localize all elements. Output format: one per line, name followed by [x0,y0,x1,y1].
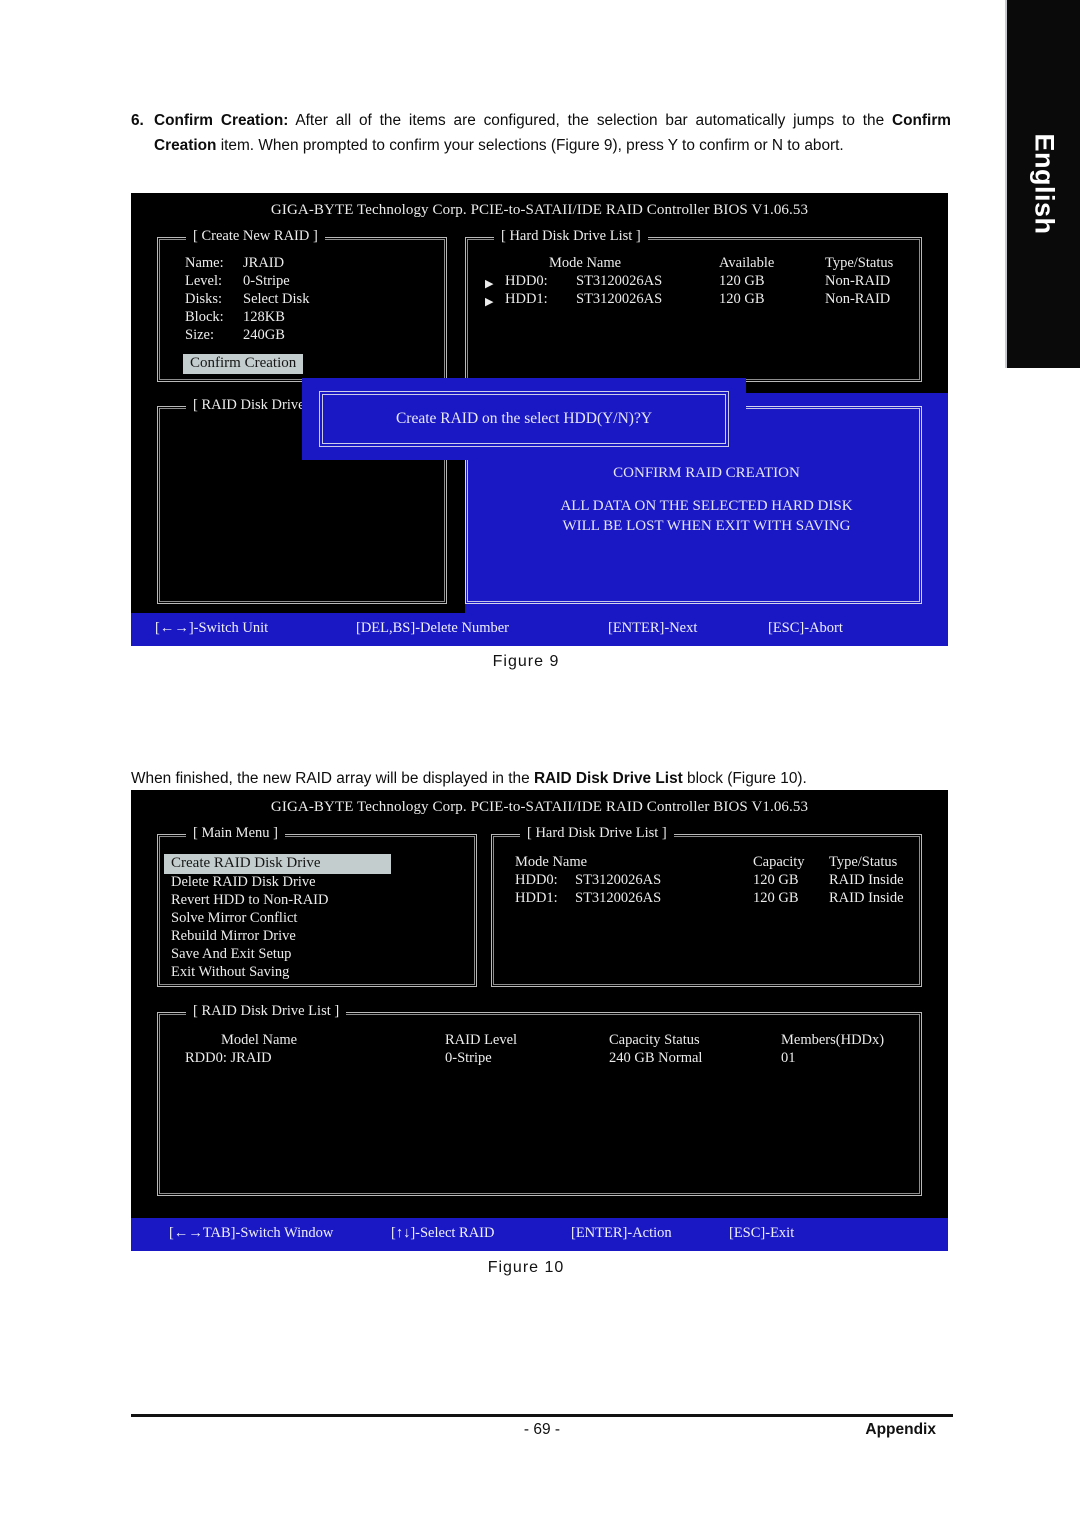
status-select-raid[interactable]: [↑↓]-Select RAID [391,1225,494,1242]
step-number: 6. [131,112,144,129]
menu-item-solve-mirror-conflict[interactable]: Solve Mirror Conflict [171,910,297,927]
create-raid-confirm-dialog[interactable]: Create RAID on the select HDD(Y/N)?Y [302,378,746,460]
status-switch-unit[interactable]: [←→]-Switch Unit [155,620,268,637]
field-disks: Disks: Select Disk [185,291,309,308]
field-name: Name: JRAID [185,255,284,272]
hdd-row-1-model-fig9: ST3120026AS [576,291,663,307]
bios-title-figure-10: GIGA-BYTE Technology Corp. PCIE-to-SATAI… [270,799,809,815]
field-name-key: Name: [185,255,224,271]
hdd-row-0-capacity-fig10: 120 GB [753,872,799,888]
hdd-row-0-status-fig10: RAID Inside [829,872,904,888]
hdd-row-0-available-fig9: 120 GB [719,273,765,289]
hdd-row-1-available-fig9: 120 GB [719,291,765,307]
finished-text-1: When finished, the new RAID array will b… [131,770,534,787]
status-abort[interactable]: [ESC]-Abort [768,620,843,637]
raid-col-raid-level: RAID Level [445,1032,518,1048]
language-tab-label: English [1029,133,1059,235]
status-bar-fig9: [←→]-Switch Unit [DEL,BS]-Delete Number … [131,613,948,646]
finished-text-2: block (Figure 10). [682,770,807,787]
menu-item-save-and-exit-setup[interactable]: Save And Exit Setup [171,946,291,963]
raid-disk-drive-list-panel-title-fig10: [ RAID Disk Drive List ] [186,1003,347,1020]
hdd-col-available-fig9: Available [719,255,775,271]
footer-divider [131,1414,953,1417]
create-raid-confirm-dialog-inner: Create RAID on the select HDD(Y/N)?Y [319,391,729,447]
confirm-creation-menu-item[interactable]: Confirm Creation [183,354,304,374]
confirm-warning-line-1: ALL DATA ON THE SELECTED HARD DISK [560,498,853,514]
field-block: Block: 128KB [185,309,285,326]
raid-col-model-name: Model Name [221,1032,298,1048]
figure-10-bios-screen: GIGA-BYTE Technology Corp. PCIE-to-SATAI… [131,790,948,1251]
create-raid-confirm-dialog-prompt: Create RAID on the select HDD(Y/N)?Y [395,410,653,427]
figure-10-caption: Figure 10 [487,1259,565,1276]
figure-9-caption: Figure 9 [492,653,560,670]
status-next[interactable]: [ENTER]-Next [608,620,697,637]
hdd-row-0-model-fig9: ST3120026AS [576,273,663,289]
hard-disk-drive-list-panel-title-fig10: [ Hard Disk Drive List ] [520,825,674,842]
hdd-row-0-id-fig10: HDD0: [515,872,558,888]
field-size-value: 240GB [243,327,285,343]
field-level-key: Level: [185,273,223,289]
page-content: 6. Confirm Creation: After all of the it… [0,0,1005,1529]
hdd-row-1-id-fig9: HDD1: [505,291,548,307]
hdd-row-0-status-fig9: Non-RAID [825,273,891,289]
bios-title-figure-9: GIGA-BYTE Technology Corp. PCIE-to-SATAI… [270,202,809,218]
status-action[interactable]: [ENTER]-Action [571,1225,672,1242]
confirm-warning-line-2: WILL BE LOST WHEN EXIT WITH SAVING [562,518,851,534]
hdd-row-0-id-fig9: HDD0: [505,273,548,289]
field-disks-key: Disks: [185,291,223,307]
field-size-key: Size: [185,327,214,343]
footer-section-label: Appendix [865,1421,936,1438]
hdd-col-type-status-fig9: Type/Status [825,255,894,271]
hard-disk-drive-list-panel-title-fig9: [ Hard Disk Drive List ] [494,228,648,245]
step-6-paragraph: 6. Confirm Creation: After all of the it… [131,108,951,158]
figure-9-bios-screen: GIGA-BYTE Technology Corp. PCIE-to-SATAI… [131,193,948,646]
step-6-lead: Confirm Creation: [154,112,289,129]
menu-item-rebuild-mirror-drive[interactable]: Rebuild Mirror Drive [171,928,296,945]
language-tab: English [1005,0,1080,368]
hdd-col-type-status-fig10: Type/Status [829,854,898,870]
hdd-row-1-status-fig10: RAID Inside [829,890,904,906]
main-menu-panel-title: [ Main Menu ] [186,825,285,842]
menu-item-exit-without-saving[interactable]: Exit Without Saving [171,964,289,981]
field-size: Size: 240GB [185,327,285,344]
menu-item-delete-raid-disk-drive[interactable]: Delete RAID Disk Drive [171,874,316,891]
step-6-rest-1: After all of the items are configured, t… [288,112,892,129]
step-6-text: Confirm Creation: After all of the items… [154,108,951,158]
menu-item-revert-hdd-to-non-raid[interactable]: Revert HDD to Non-RAID [171,892,328,909]
finished-paragraph: When finished, the new RAID array will b… [131,766,953,791]
hdd-row-1-capacity-fig10: 120 GB [753,890,799,906]
raid-col-capacity-status: Capacity Status [609,1032,700,1048]
hdd-row-0-model-fig10: ST3120026AS [575,872,662,888]
status-switch-window[interactable]: [←→TAB]-Switch Window [169,1225,333,1242]
raid-row-0-level: 0-Stripe [445,1050,492,1066]
status-bar-fig10: [←→TAB]-Switch Window [↑↓]-Select RAID [… [131,1218,948,1251]
raid-col-members: Members(HDDx) [781,1032,885,1048]
create-new-raid-panel-title: [ Create New RAID ] [186,228,325,245]
hdd-col-mode-name-fig9: Mode Name [549,255,622,271]
raid-row-0-capacity-status: 240 GB Normal [609,1050,703,1066]
hdd-row-1-status-fig9: Non-RAID [825,291,891,307]
hdd-col-mode-name-fig10: Mode Name [515,854,588,870]
status-delete-number[interactable]: [DEL,BS]-Delete Number [356,620,509,637]
hdd-row-0-marker-icon-fig9: ▶ [485,278,494,290]
finished-bold: RAID Disk Drive List [533,770,683,787]
hdd-row-1-model-fig10: ST3120026AS [575,890,662,906]
confirm-heading: CONFIRM RAID CREATION [613,465,800,481]
footer-page-number: - 69 - [523,1421,561,1438]
field-name-value: JRAID [243,255,285,271]
field-level-value: 0-Stripe [243,273,290,289]
field-level: Level: 0-Stripe [185,273,290,290]
hdd-col-capacity-fig10: Capacity [753,854,805,870]
field-block-value: 128KB [243,309,285,325]
field-block-key: Block: [185,309,224,325]
field-disks-value: Select Disk [243,291,310,307]
status-exit[interactable]: [ESC]-Exit [729,1225,794,1242]
raid-row-0-model: RDD0: JRAID [185,1050,272,1066]
hdd-row-1-id-fig10: HDD1: [515,890,558,906]
step-6-rest-2: item. When prompted to confirm your sele… [216,137,844,154]
hdd-row-1-marker-icon-fig9: ▶ [485,296,494,308]
raid-row-0-members: 01 [781,1050,796,1066]
menu-item-create-raid-disk-drive[interactable]: Create RAID Disk Drive [164,854,391,874]
